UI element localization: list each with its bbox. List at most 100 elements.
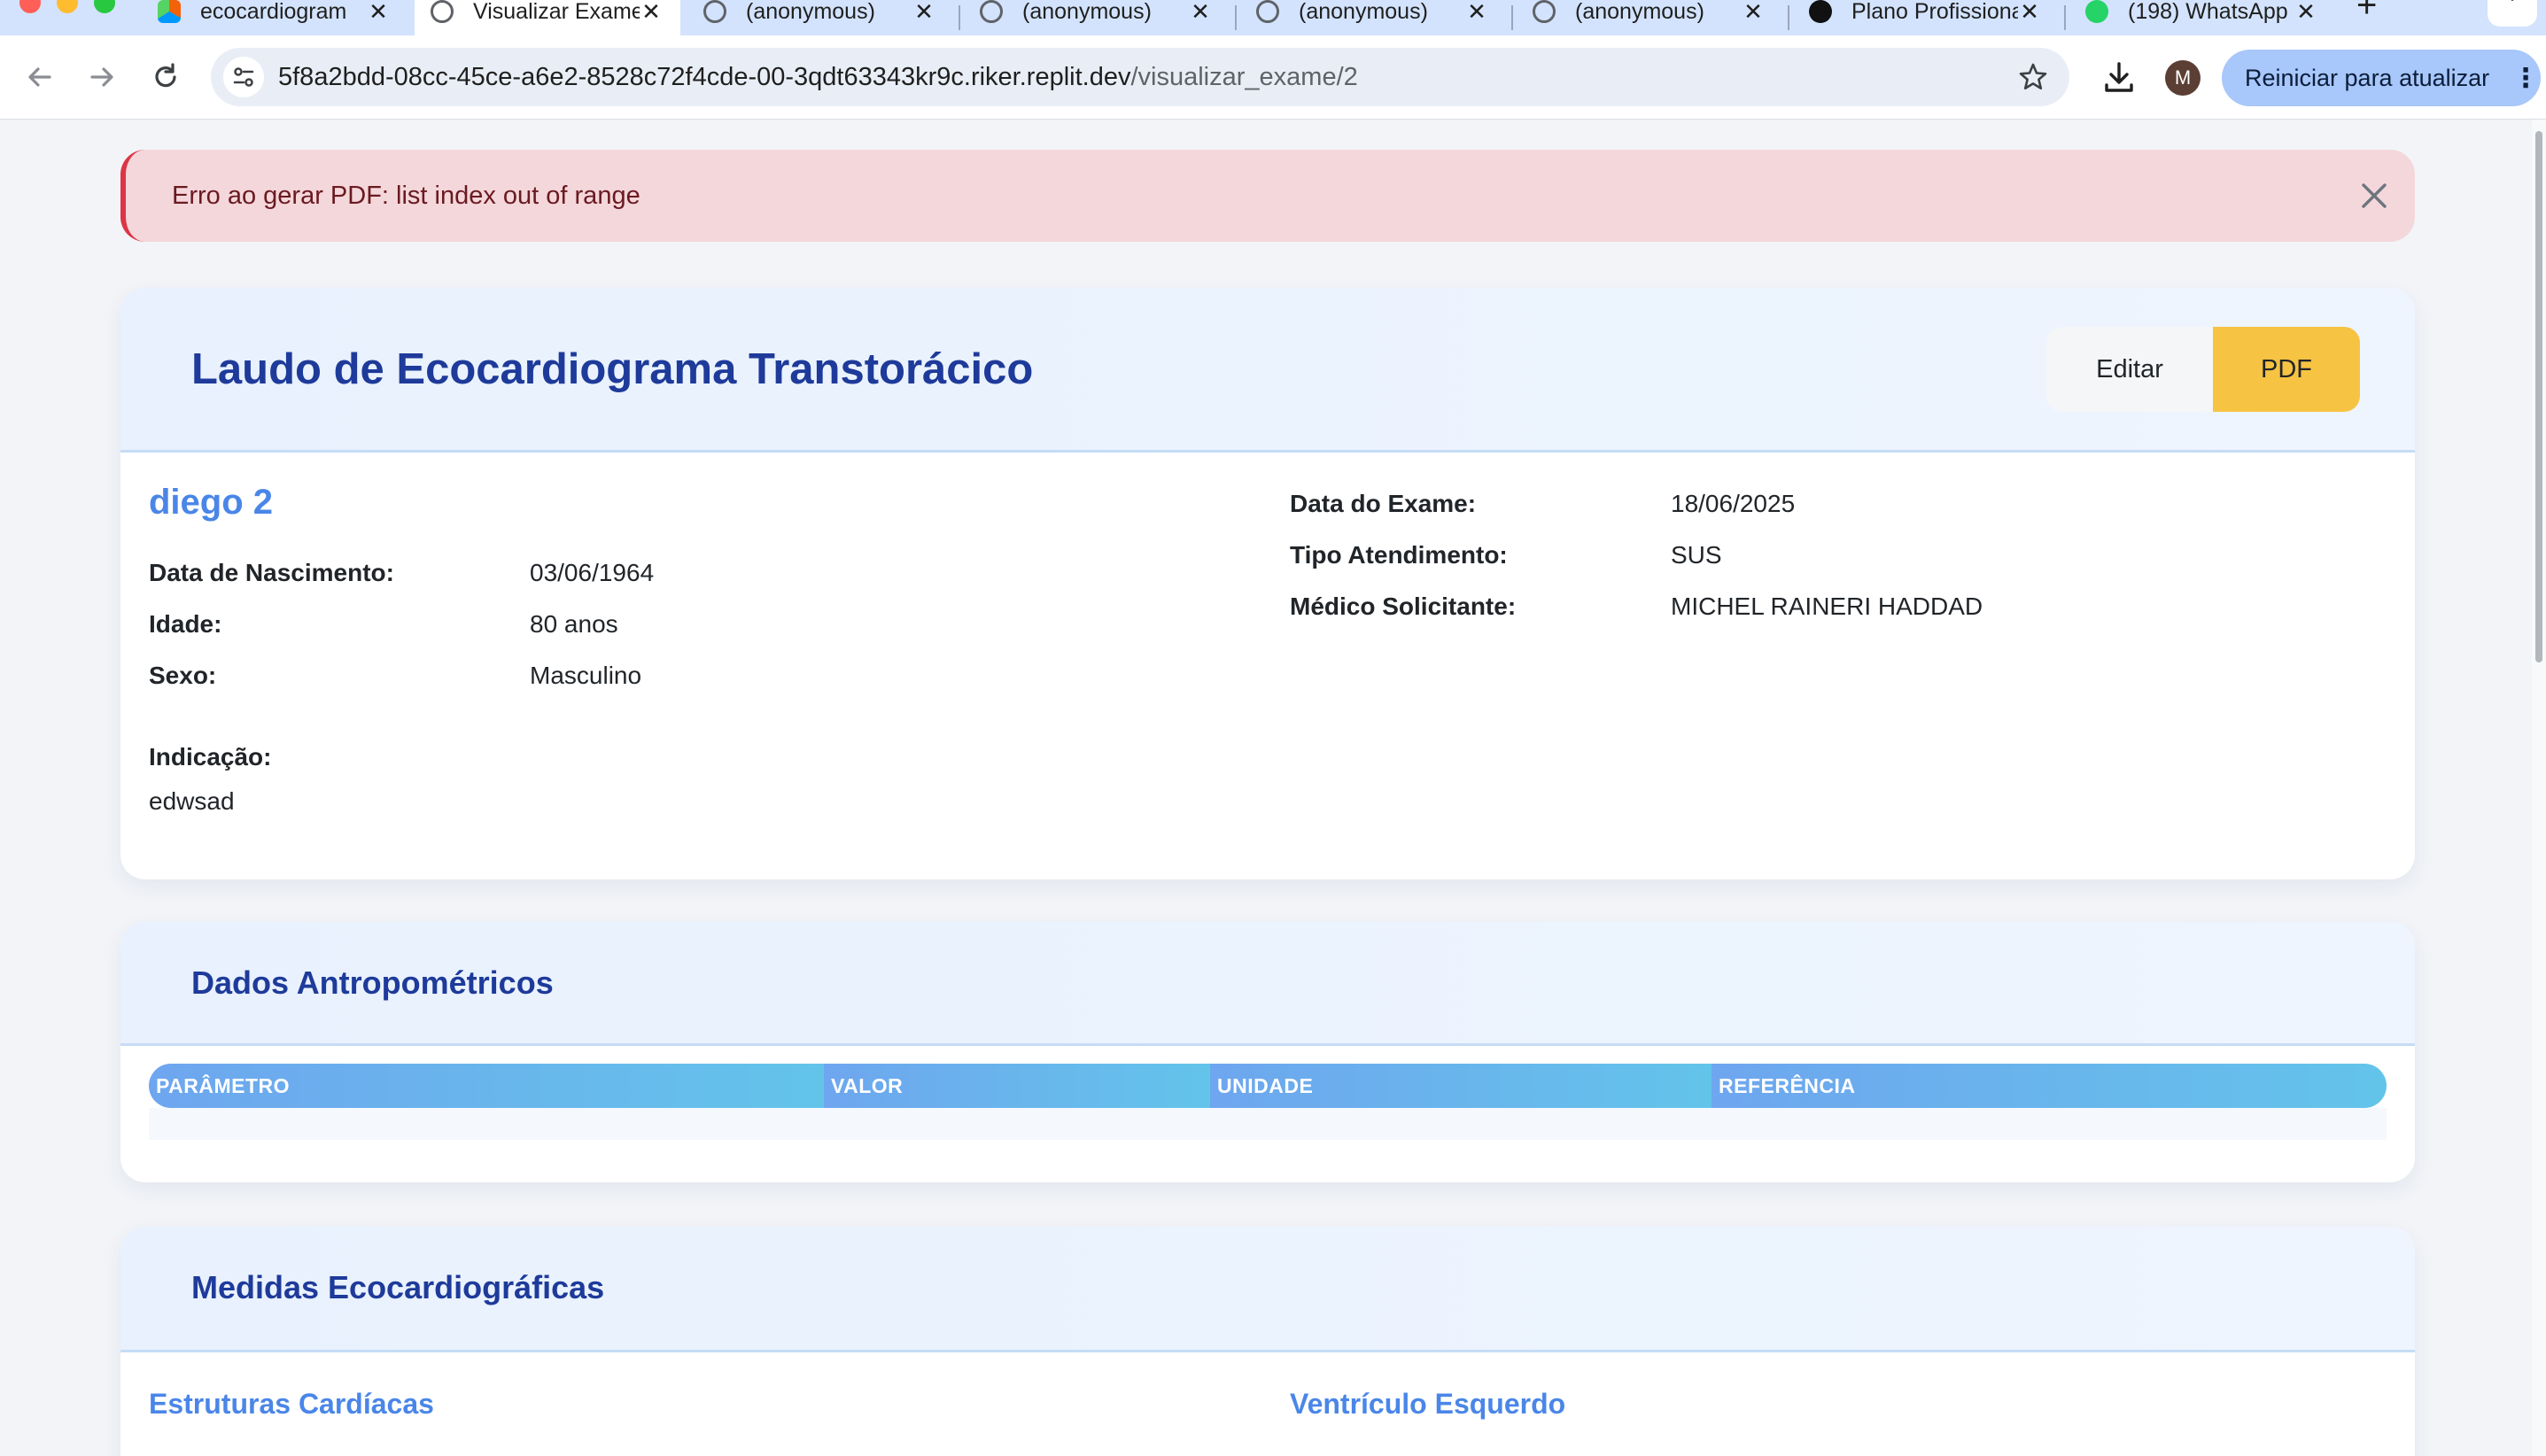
report-card: Laudo de Ecocardiograma Transtorácico Ed…	[120, 288, 2415, 879]
back-button[interactable]	[19, 57, 60, 97]
birth-date-value: 03/06/1964	[530, 559, 655, 586]
table-header: PARÂMETRO VALOR UNIDADE REFERÊNCIA	[149, 1064, 2387, 1108]
column-header-parameter: PARÂMETRO	[149, 1064, 824, 1108]
tab-close-icon[interactable]: ✕	[2294, 0, 2317, 26]
echo-measures-card-header: Medidas Ecocardiográficas	[120, 1227, 2415, 1352]
report-card-header: Laudo de Ecocardiograma Transtorácico Ed…	[120, 288, 2415, 453]
error-alert-message: Erro ao gerar PDF: list index out of ran…	[172, 182, 640, 210]
pdf-button[interactable]: PDF	[2213, 327, 2360, 412]
tab-close-icon[interactable]: ✕	[367, 0, 390, 26]
arrow-right-icon	[90, 67, 113, 87]
tab-title: ecocardiogram	[200, 0, 347, 24]
tab-title: (anonymous)	[746, 0, 875, 24]
column-header-unit: UNIDADE	[1210, 1064, 1712, 1108]
browser-toolbar: 5f8a2bdd-08cc-45ce-a6e2-8528c72f4cde-00-…	[0, 35, 2546, 120]
site-settings-icon[interactable]	[223, 57, 264, 97]
age-value: 80 anos	[530, 610, 618, 638]
exam-date-label: Data do Exame:	[1290, 490, 1477, 517]
forward-button[interactable]	[82, 57, 122, 97]
page-title: Laudo de Ecocardiograma Transtorácico	[191, 345, 1034, 393]
browser-tab[interactable]: ecocardiogram ✕	[142, 0, 408, 35]
reload-button[interactable]	[145, 57, 186, 97]
report-actions: Editar PDF	[2046, 327, 2360, 412]
replit-favicon-icon	[158, 0, 181, 23]
window-minimize-control[interactable]	[57, 0, 78, 13]
tab-separator	[2064, 5, 2066, 30]
tab-title: (anonymous)	[1022, 0, 1152, 24]
indication-label: Indicação:	[149, 743, 272, 771]
openai-icon	[1809, 0, 1832, 23]
tab-title: (anonymous)	[1575, 0, 1704, 24]
tab-title: (198) WhatsApp	[2128, 0, 2288, 24]
browser-tab[interactable]: (anonymous) ✕	[687, 0, 953, 35]
sex-label: Sexo:	[149, 662, 217, 689]
tab-separator	[1788, 5, 1789, 30]
tab-separator	[1235, 5, 1237, 30]
globe-icon	[1256, 0, 1279, 23]
tab-search-button[interactable]	[2488, 0, 2537, 27]
browser-tab-strip: ecocardiogram ✕ Visualizar Exame ✕ (anon…	[0, 0, 2546, 35]
browser-tab[interactable]: (anonymous) ✕	[964, 0, 1230, 35]
age-label: Idade:	[149, 610, 222, 638]
service-type-label: Tipo Atendimento:	[1290, 541, 1508, 569]
globe-icon	[1533, 0, 1556, 23]
url-host: 5f8a2bdd-08cc-45ce-a6e2-8528c72f4cde-00-…	[278, 63, 1131, 91]
page-viewport: Erro ao gerar PDF: list index out of ran…	[0, 120, 2532, 1456]
more-vert-icon[interactable]: ⋮	[2511, 63, 2541, 94]
indication-value: edwsad	[149, 787, 235, 815]
service-type-value: SUS	[1671, 541, 1722, 569]
edit-button[interactable]: Editar	[2046, 327, 2213, 412]
echo-measures-card: Medidas Ecocardiográficas Estruturas Car…	[120, 1227, 2415, 1456]
globe-icon	[431, 0, 454, 23]
profile-avatar[interactable]: M	[2165, 60, 2201, 96]
url-text[interactable]: 5f8a2bdd-08cc-45ce-a6e2-8528c72f4cde-00-…	[278, 48, 1358, 106]
browser-tab-active[interactable]: Visualizar Exame ✕	[415, 0, 680, 35]
requesting-doctor-label: Médico Solicitante:	[1290, 592, 1517, 620]
tab-close-icon[interactable]: ✕	[1189, 0, 1212, 26]
bookmark-star-icon[interactable]	[2018, 62, 2048, 92]
left-ventricle-title: Ventrículo Esquerdo	[1290, 1388, 1566, 1420]
column-header-reference: REFERÊNCIA	[1712, 1064, 2387, 1108]
tab-close-icon[interactable]: ✕	[2018, 0, 2041, 26]
tab-separator	[959, 5, 960, 30]
anthropometric-card: Dados Antropométricos PARÂMETRO VALOR UN…	[120, 922, 2415, 1182]
tab-close-icon[interactable]: ✕	[1742, 0, 1765, 26]
reload-icon	[155, 63, 176, 88]
arrow-left-icon	[28, 67, 51, 87]
close-icon[interactable]	[2356, 178, 2392, 213]
tab-title: Visualizar Exame	[473, 0, 640, 24]
requesting-doctor-value: MICHEL RAINERI HADDAD	[1671, 592, 1983, 620]
address-bar[interactable]: 5f8a2bdd-08cc-45ce-a6e2-8528c72f4cde-00-…	[211, 48, 2069, 106]
browser-tab[interactable]: (anonymous) ✕	[1240, 0, 1506, 35]
tab-close-icon[interactable]: ✕	[640, 0, 663, 26]
tab-close-icon[interactable]: ✕	[1465, 0, 1488, 26]
tab-title: (anonymous)	[1299, 0, 1428, 24]
table-body-empty	[149, 1108, 2387, 1140]
new-tab-button[interactable]: +	[2356, 0, 2377, 26]
tab-separator	[1511, 5, 1513, 30]
exam-date-value: 18/06/2025	[1671, 490, 1796, 517]
section-title: Dados Antropométricos	[191, 964, 554, 1001]
browser-tab[interactable]: (198) WhatsApp ✕	[2069, 0, 2335, 35]
globe-icon	[703, 0, 726, 23]
download-icon[interactable]	[2100, 58, 2138, 97]
restart-to-update-button[interactable]: Reiniciar para atualizar ⋮	[2222, 50, 2541, 106]
whatsapp-icon	[2085, 0, 2108, 23]
window-close-control[interactable]	[19, 0, 41, 13]
page-scrollbar-thumb[interactable]	[2535, 131, 2542, 662]
browser-tab[interactable]: Plano Profissional ✕	[1793, 0, 2059, 35]
patient-name: diego 2	[149, 483, 274, 522]
anthropometric-card-header: Dados Antropométricos	[120, 922, 2415, 1046]
birth-date-label: Data de Nascimento:	[149, 559, 394, 586]
cardiac-structures-title: Estruturas Cardíacas	[149, 1388, 434, 1420]
browser-tab[interactable]: (anonymous) ✕	[1517, 0, 1782, 35]
tab-title: Plano Profissional	[1851, 0, 2018, 24]
url-path: /visualizar_exame/2	[1130, 63, 1358, 91]
section-title: Medidas Ecocardiográficas	[191, 1269, 605, 1305]
column-header-value: VALOR	[824, 1064, 1210, 1108]
restart-to-update-label: Reiniciar para atualizar	[2245, 64, 2490, 91]
tab-close-icon[interactable]: ✕	[912, 0, 935, 26]
chevron-down-icon	[2511, 0, 2514, 1]
window-zoom-control[interactable]	[94, 0, 115, 13]
sex-value: Masculino	[530, 662, 642, 689]
